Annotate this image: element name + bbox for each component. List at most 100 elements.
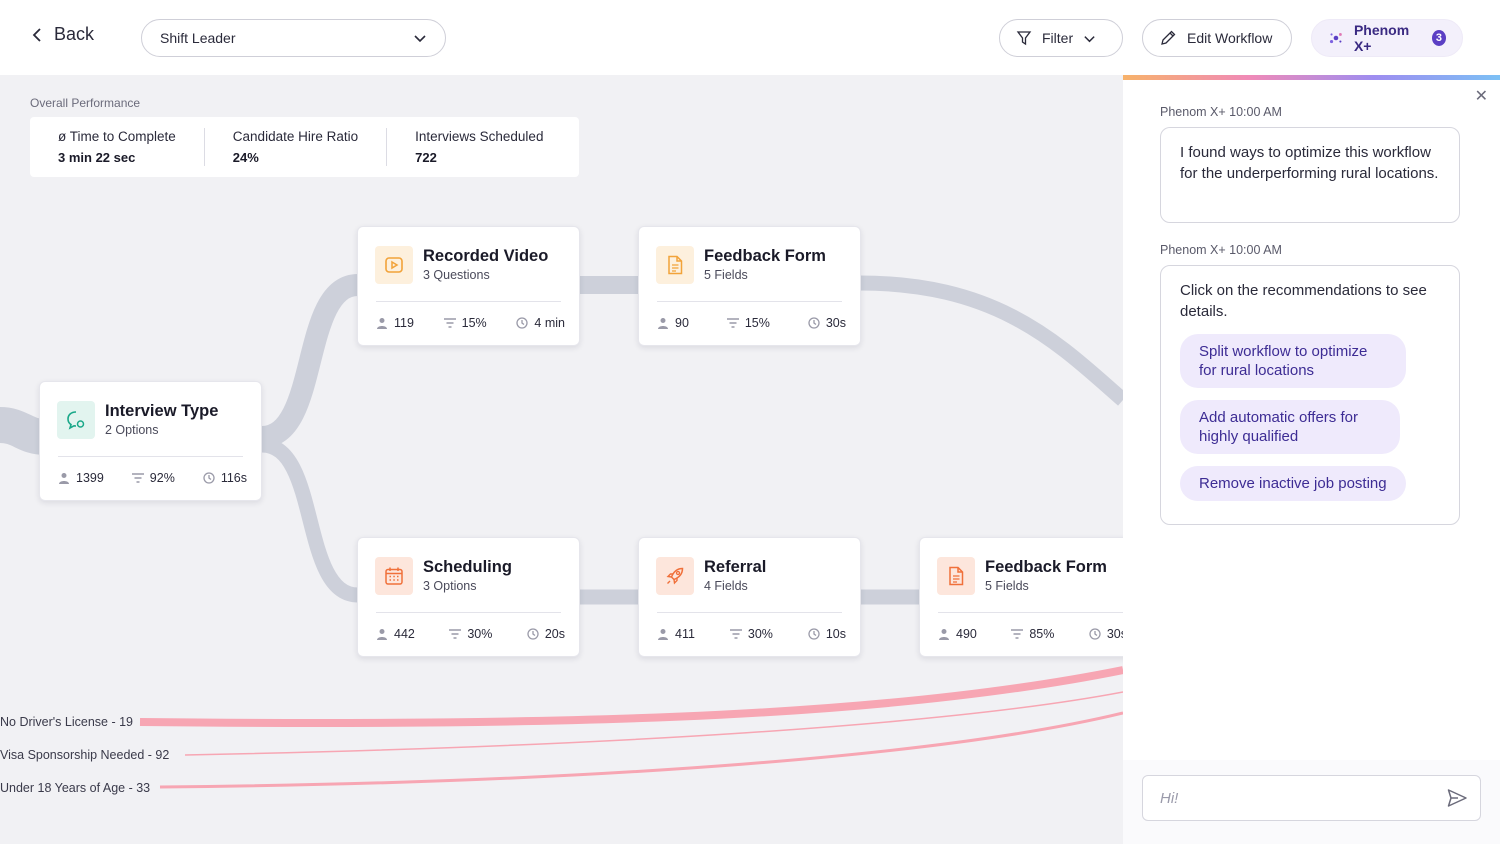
clock-icon: [527, 628, 539, 640]
metric-people: 90: [657, 316, 689, 330]
metric-time: 30s: [1089, 627, 1123, 641]
node-divider: [376, 612, 561, 613]
dropoff-label[interactable]: No Driver's License - 19: [0, 715, 133, 729]
metric-people: 442: [376, 627, 415, 641]
stat-value: 3 min 22 sec: [58, 150, 136, 165]
flow-feedback-out: [859, 275, 1123, 406]
workflow-select[interactable]: Shift Leader: [141, 19, 446, 57]
metric-people: 119: [376, 316, 414, 330]
close-icon[interactable]: ✕: [1475, 86, 1488, 106]
document-icon: [656, 246, 694, 284]
assistant-chat-panel: ✕ Phenom X+ 10:00 AM I found ways to opt…: [1123, 80, 1500, 844]
clock-icon: [808, 317, 820, 329]
workflow-select-value: Shift Leader: [160, 30, 236, 46]
node-subtitle: 5 Fields: [704, 268, 748, 282]
metric-ratio: 15%: [726, 316, 770, 330]
clock-icon: [1089, 628, 1101, 640]
node-subtitle: 5 Fields: [985, 579, 1029, 593]
dropoff-flow-license: [139, 666, 1123, 728]
phenom-assistant-button[interactable]: Phenom X+ 3: [1311, 19, 1463, 57]
document-icon: [937, 557, 975, 595]
recommendation-chip[interactable]: Split workflow to optimize for rural loc…: [1180, 334, 1406, 388]
funnel-lines-icon: [443, 318, 456, 328]
metric-value: 85%: [1029, 627, 1055, 641]
node-recorded-video[interactable]: Recorded Video 3 Questions 119 15% 4 min: [357, 226, 580, 346]
person-icon: [59, 473, 69, 484]
filter-icon: [1016, 31, 1032, 46]
dropoff-label[interactable]: Visa Sponsorship Needed - 92: [0, 748, 169, 762]
chevron-down-icon: [1084, 35, 1095, 42]
metric-time: 10s: [808, 627, 846, 641]
metric-value: 411: [675, 627, 695, 641]
node-divider: [376, 301, 561, 302]
stat-value: 722: [415, 150, 437, 165]
node-divider: [657, 612, 842, 613]
node-metrics: 442 30% 20s: [376, 627, 565, 641]
metric-value: 490: [956, 627, 977, 641]
node-title: Referral: [704, 558, 767, 576]
chevron-down-icon: [414, 35, 426, 43]
chat-input[interactable]: Hi!: [1142, 775, 1481, 821]
metric-value: 116s: [220, 471, 247, 485]
recommendation-chip[interactable]: Remove inactive job posting: [1180, 466, 1406, 501]
metric-value: 4 min: [534, 316, 565, 330]
metric-ratio: 30%: [449, 627, 492, 641]
metric-value: 119: [394, 316, 414, 330]
node-referral[interactable]: Referral 4 Fields 411 30% 10s: [638, 537, 861, 657]
funnel-lines-icon: [449, 629, 462, 639]
metric-value: 442: [394, 627, 415, 641]
chat-input-placeholder: Hi!: [1160, 789, 1179, 807]
funnel-lines-icon: [131, 473, 144, 483]
filter-button[interactable]: Filter: [999, 19, 1123, 57]
filter-label: Filter: [1042, 30, 1074, 46]
clock-icon: [516, 317, 529, 329]
back-button[interactable]: Back: [30, 24, 94, 45]
metric-value: 30s: [825, 316, 846, 330]
node-title: Feedback Form: [985, 558, 1107, 576]
node-interview-type[interactable]: Interview Type 2 Options 1399 92% 116s: [39, 381, 262, 501]
metric-value: 20s: [544, 627, 565, 641]
metric-time: 20s: [527, 627, 565, 641]
stat-interviews-scheduled: Interviews Scheduled 722: [387, 128, 571, 166]
metric-people: 490: [938, 627, 977, 641]
sparkle-dots-icon: [1329, 33, 1342, 44]
metric-value: 30s: [1106, 627, 1123, 641]
send-icon[interactable]: [1446, 787, 1468, 809]
stat-label: Interviews Scheduled: [415, 129, 544, 144]
stat-value: 24%: [232, 150, 259, 165]
phenom-label: Phenom X+: [1353, 22, 1410, 54]
edit-workflow-label: Edit Workflow: [1187, 30, 1273, 46]
node-feedback-form-top[interactable]: Feedback Form 5 Fields 90 15% 30s: [638, 226, 861, 346]
clock-icon: [808, 628, 820, 640]
node-divider: [58, 456, 243, 457]
metric-time: 4 min: [516, 316, 565, 330]
node-title: Interview Type: [105, 402, 219, 420]
metric-ratio: 92%: [131, 471, 175, 485]
node-subtitle: 3 Questions: [423, 268, 490, 282]
metric-value: 1399: [76, 471, 104, 485]
stat-hire-ratio: Candidate Hire Ratio 24%: [205, 128, 388, 166]
metric-value: 15%: [461, 316, 487, 330]
metric-people: 1399: [58, 471, 104, 485]
message-meta: Phenom X+ 10:00 AM: [1160, 243, 1282, 257]
notification-badge: 3: [1431, 30, 1446, 46]
message-text: I found ways to optimize this workflow f…: [1180, 144, 1439, 182]
chat-bubble-icon: [57, 401, 95, 439]
flow-interview-recorded: [260, 274, 360, 448]
node-scheduling[interactable]: Scheduling 3 Options 442 30% 20s: [357, 537, 580, 657]
recommendation-chip[interactable]: Add automatic offers for highly qualifie…: [1180, 400, 1400, 454]
calendar-icon: [375, 557, 413, 595]
node-feedback-form-bottom[interactable]: Feedback Form 5 Fields 490 85% 30s: [919, 537, 1123, 657]
metric-value: 10s: [825, 627, 846, 641]
metric-ratio: 85%: [1011, 627, 1054, 641]
node-metrics: 1399 92% 116s: [58, 471, 247, 485]
person-icon: [658, 629, 668, 640]
funnel-lines-icon: [726, 318, 739, 328]
person-icon: [939, 629, 949, 640]
dropoff-label[interactable]: Under 18 Years of Age - 33: [0, 781, 150, 795]
play-video-icon: [375, 246, 413, 284]
message-bubble: I found ways to optimize this workflow f…: [1160, 127, 1460, 223]
node-subtitle: 3 Options: [423, 579, 477, 593]
node-subtitle: 4 Fields: [704, 579, 748, 593]
edit-workflow-button[interactable]: Edit Workflow: [1142, 19, 1292, 57]
